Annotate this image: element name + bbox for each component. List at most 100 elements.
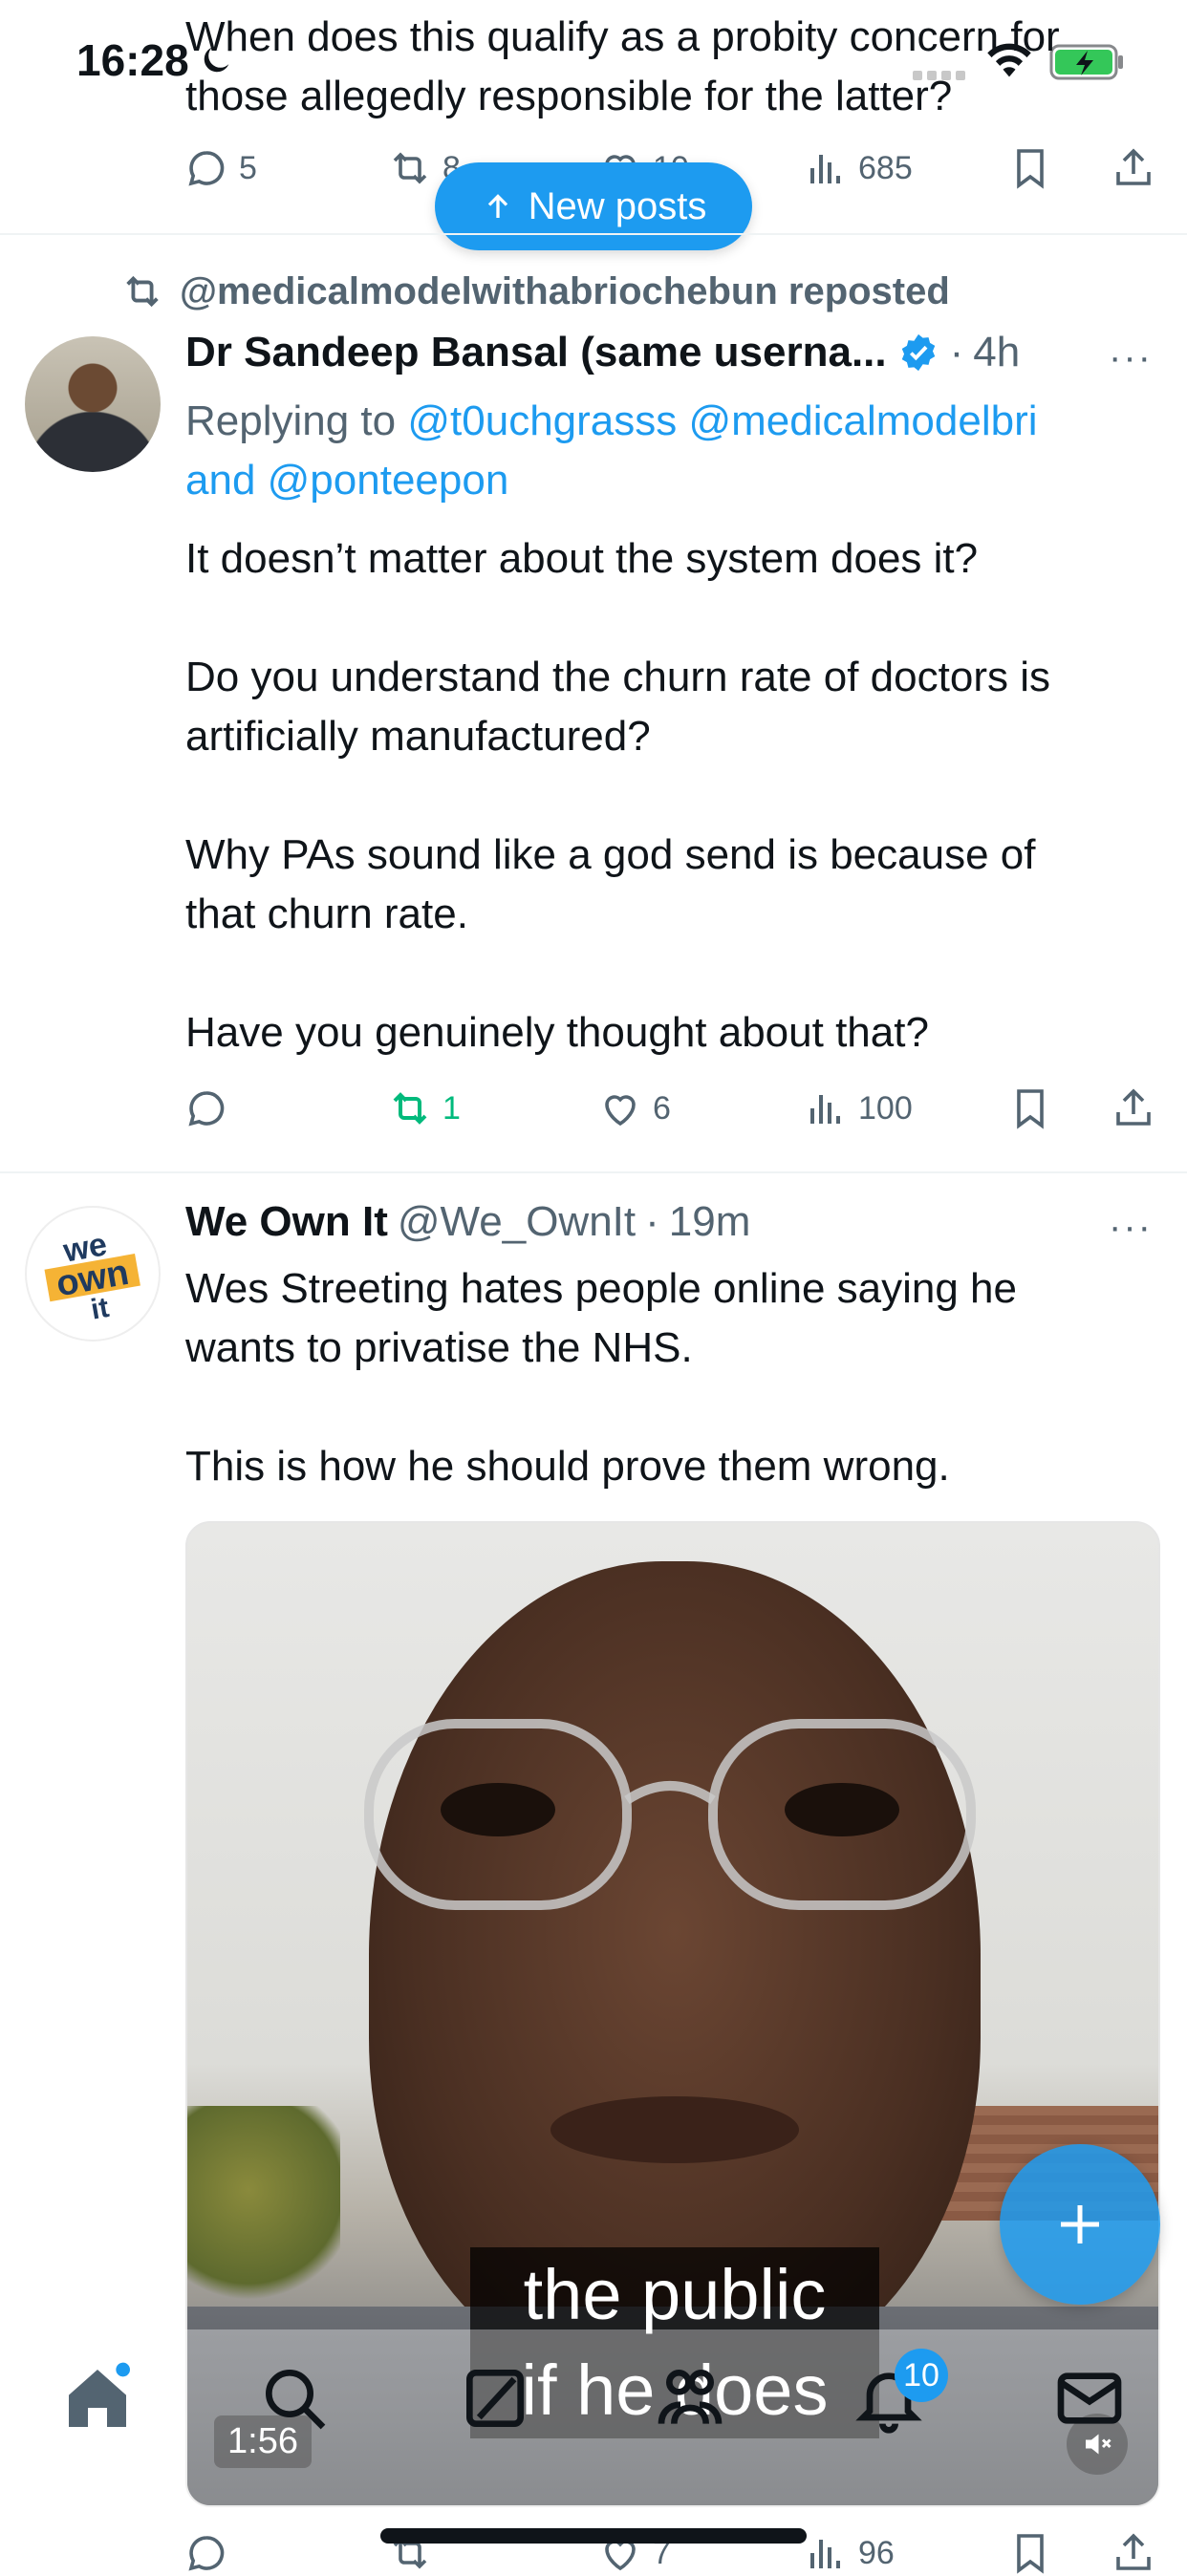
views-count: 100: [858, 1089, 913, 1127]
video-glasses: [364, 1719, 976, 1910]
reply-icon: [188, 1091, 225, 1127]
status-time: 16:28: [76, 34, 235, 86]
like-count: 6: [653, 1089, 671, 1127]
share-icon: [1116, 148, 1151, 185]
verified-badge-icon: [901, 333, 935, 372]
more-options-icon[interactable]: ···: [1109, 336, 1153, 379]
replying-to: Replying to @t0uchgrasss @medicalmodelbr…: [185, 392, 1170, 510]
tweet2-p2b: artificially manufactured?: [185, 713, 651, 760]
next-share-button[interactable]: [1111, 2530, 1156, 2576]
replying-handles[interactable]: @t0uchgrasss @medicalmodelbri: [407, 397, 1037, 444]
views-icon: [810, 2540, 840, 2568]
repost-label: @medicalmodelwithabriochebun reposted: [180, 269, 950, 312]
repost-indicator: @medicalmodelwithabriochebun reposted: [120, 269, 950, 313]
divider: [0, 1171, 1187, 1173]
share-icon: [1116, 1088, 1151, 1126]
tweet3-body: Wes Streeting hates people online saying…: [185, 1259, 1170, 1496]
more-options-icon[interactable]: ···: [1109, 1206, 1153, 1249]
retweet-count: 1: [442, 1089, 461, 1127]
tab-communities[interactable]: [652, 2360, 728, 2436]
next-views-button[interactable]: 96: [803, 2530, 895, 2576]
tab-home[interactable]: [59, 2360, 136, 2436]
replying-handle-2[interactable]: @ponteepon: [268, 457, 509, 504]
wifi-icon: [987, 43, 1031, 77]
retweet-icon: [393, 152, 427, 184]
tweet-time-sep: ·: [645, 1198, 659, 1245]
like-button[interactable]: 6: [597, 1085, 671, 1131]
caption-line1: the public: [523, 2255, 827, 2334]
search-icon: [266, 2370, 326, 2430]
top-views-button[interactable]: 685: [803, 145, 913, 191]
tweet2-p3b: that churn rate.: [185, 891, 468, 937]
home-icon: [69, 2362, 130, 2427]
tweet3-p1b: wants to privatise the NHS.: [185, 1324, 693, 1371]
reply-icon: [188, 2536, 225, 2571]
repost-icon: [126, 275, 159, 308]
tweet2-p3a: Why PAs sound like a god send is because…: [185, 831, 1036, 878]
share-icon: [1116, 2533, 1151, 2570]
next-bookmark-button[interactable]: [1007, 2530, 1053, 2576]
top-reply-count: 5: [239, 149, 257, 186]
svg-text:it: it: [89, 1292, 112, 1326]
avatar[interactable]: [25, 336, 161, 472]
video-mouth: [550, 2096, 799, 2163]
battery-icon: [1049, 44, 1123, 80]
views-icon: [810, 155, 840, 183]
new-posts-button[interactable]: New posts: [435, 162, 752, 250]
views-button[interactable]: 100: [803, 1085, 913, 1131]
reply-button[interactable]: [183, 1085, 229, 1131]
compose-button[interactable]: [1000, 2144, 1160, 2305]
tweet2-p2a: Do you understand the churn rate of doct…: [185, 654, 1050, 700]
retweet-icon: [393, 1092, 427, 1125]
tab-grok[interactable]: [457, 2360, 533, 2436]
tweet-time: 4h: [973, 329, 1021, 376]
status-time-text: 16:28: [76, 35, 189, 85]
replying-prefix: Replying to: [185, 397, 408, 444]
author-name[interactable]: Dr Sandeep Bansal (same userna...: [185, 329, 887, 376]
tweet-time: 19m: [668, 1198, 751, 1245]
bookmark-icon: [1017, 1089, 1044, 1129]
moon-icon: [204, 47, 228, 73]
tab-messages[interactable]: [1051, 2360, 1128, 2436]
tweet-time-sep: ·: [949, 329, 964, 376]
top-views-count: 685: [858, 149, 913, 186]
reply-icon: [188, 151, 225, 186]
notification-badge: 10: [895, 2349, 948, 2402]
communities-icon: [658, 2370, 723, 2424]
tweet2-p1: It doesn’t matter about the system does …: [185, 535, 979, 582]
tweet2-p4: Have you genuinely thought about that?: [185, 1009, 929, 1056]
bookmark-button[interactable]: [1007, 1085, 1053, 1131]
next-views-count: 96: [858, 2534, 895, 2571]
tweet3-p1a: Wes Streeting hates people online saying…: [185, 1265, 1017, 1312]
we-own-it-logo: we own it: [44, 1226, 140, 1326]
top-reply-button[interactable]: 5: [183, 145, 257, 191]
avatar[interactable]: we own it: [25, 1206, 161, 1342]
bookmark-icon: [1017, 2534, 1044, 2574]
tweet2-body: It doesn’t matter about the system does …: [185, 529, 1170, 1063]
bookmark-icon: [1017, 149, 1044, 189]
tab-search[interactable]: [256, 2360, 333, 2436]
plus-icon: [1061, 2205, 1099, 2243]
replying-and: and: [185, 457, 268, 504]
signal-icon: [913, 71, 965, 80]
views-icon: [810, 1095, 840, 1124]
envelope-icon: [1057, 2372, 1122, 2424]
author-handle[interactable]: @We_OwnIt: [398, 1198, 636, 1246]
heart-icon: [605, 1095, 636, 1127]
tweet3-p2: This is how he should prove them wrong.: [185, 1443, 950, 1490]
grok-icon: [466, 2370, 524, 2427]
top-bookmark-button[interactable]: [1007, 145, 1053, 191]
video-foliage: [187, 2106, 340, 2316]
author-name[interactable]: We Own It: [185, 1198, 388, 1246]
top-share-button[interactable]: [1111, 145, 1156, 191]
home-indicator[interactable]: [380, 2528, 807, 2544]
notification-badge-count: 10: [903, 2356, 939, 2394]
retweet-button[interactable]: 1: [387, 1085, 461, 1131]
arrow-up-icon: [487, 194, 507, 218]
share-button[interactable]: [1111, 1085, 1156, 1131]
tweet3-header: We Own It @We_OwnIt · 19m: [185, 1198, 750, 1246]
new-posts-label: New posts: [528, 184, 707, 227]
tweet2-header: Dr Sandeep Bansal (same userna... · 4h: [185, 329, 1020, 376]
next-reply-button[interactable]: [183, 2530, 229, 2576]
divider: [0, 233, 1187, 235]
